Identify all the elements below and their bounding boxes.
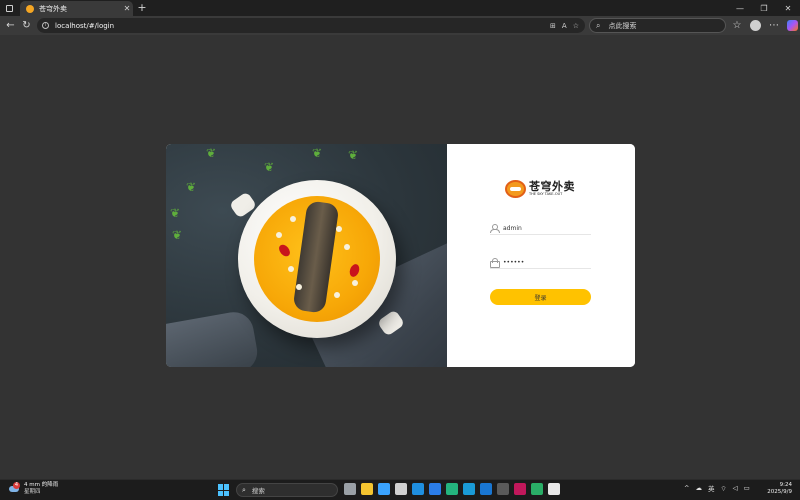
cloth-decoration-left bbox=[166, 309, 261, 367]
clock-date: 2025/9/9 bbox=[767, 489, 792, 495]
login-form: 苍穹外卖 THE SKY TAKE-OUT admin •••••• 登录 bbox=[447, 144, 635, 367]
herb-decoration: ❦ bbox=[348, 148, 359, 162]
taskbar-app-icon[interactable] bbox=[378, 483, 390, 495]
weather-widget[interactable]: 4 4 mm 的降雨 星期四 bbox=[8, 482, 58, 496]
lock-icon bbox=[490, 258, 500, 268]
food-photo: ❦ ❦ ❦ ❦ ❦ ❦ ❦ bbox=[166, 144, 447, 367]
taskbar: 4 4 mm 的降雨 星期四 ⌕ 搜索 ^ ☁ 英 ⌔ ◁ ▭ 9:24 202… bbox=[0, 479, 800, 500]
clock-time: 9:24 bbox=[779, 482, 792, 488]
taskbar-search[interactable]: ⌕ 搜索 bbox=[236, 483, 338, 497]
more-icon[interactable]: ⋯ bbox=[767, 17, 781, 34]
favorites-icon[interactable]: ☆ bbox=[730, 17, 744, 34]
taskbar-app-icon[interactable] bbox=[514, 483, 526, 495]
browser-window: 苍穹外卖 ✕ + — ❐ ✕ ← ↻ i localhost/#/login ⊞… bbox=[0, 0, 800, 479]
toolbar-right: ☆ ⋯ bbox=[730, 17, 798, 34]
herb-decoration: ❦ bbox=[170, 206, 181, 220]
volume-icon[interactable]: ◁ bbox=[733, 484, 738, 492]
search-icon: ⌕ bbox=[242, 485, 246, 494]
logo-chinese: 苍穹外卖 bbox=[529, 180, 575, 193]
url-text[interactable]: localhost/#/login bbox=[55, 22, 550, 30]
search-placeholder: 点此搜索 bbox=[608, 21, 637, 30]
window-controls: — ❐ ✕ bbox=[728, 0, 800, 16]
profile-icon[interactable] bbox=[750, 20, 761, 31]
wifi-icon[interactable]: ⌔ bbox=[720, 484, 726, 493]
address-bar[interactable]: i localhost/#/login ⊞ A ☆ bbox=[37, 18, 585, 33]
taskbar-apps bbox=[344, 483, 560, 495]
taskbar-app-icon[interactable] bbox=[395, 483, 407, 495]
taskbar-app-icon[interactable] bbox=[463, 483, 475, 495]
herb-decoration: ❦ bbox=[172, 228, 183, 242]
notification-badge: 4 bbox=[13, 482, 20, 489]
taskbar-search-label: 搜索 bbox=[251, 487, 265, 495]
login-card: ❦ ❦ ❦ ❦ ❦ ❦ ❦ 苍穹外卖 THE SKY TAKE-OUT admi… bbox=[166, 144, 635, 367]
weather-forecast: 4 mm 的降雨 bbox=[24, 482, 59, 488]
weather-text: 4 mm 的降雨 星期四 bbox=[24, 482, 58, 496]
taskbar-app-icon[interactable] bbox=[429, 483, 441, 495]
weather-day: 星期四 bbox=[24, 489, 41, 495]
close-window-button[interactable]: ✕ bbox=[776, 0, 800, 16]
herb-decoration: ❦ bbox=[312, 146, 323, 160]
page-content: ❦ ❦ ❦ ❦ ❦ ❦ ❦ 苍穹外卖 THE SKY TAKE-OUT admi… bbox=[0, 35, 800, 479]
logo-icon bbox=[505, 180, 526, 198]
info-icon[interactable]: i bbox=[42, 22, 49, 29]
username-input[interactable]: admin bbox=[503, 225, 522, 232]
address-bar-actions: ⊞ A ☆ bbox=[550, 22, 585, 30]
lotus-seed bbox=[276, 232, 282, 238]
minimize-button[interactable]: — bbox=[728, 0, 752, 16]
username-field[interactable]: admin bbox=[490, 222, 591, 235]
tab-active[interactable]: 苍穹外卖 ✕ bbox=[20, 1, 133, 16]
close-tab-icon[interactable]: ✕ bbox=[121, 4, 133, 13]
logo-text: 苍穹外卖 THE SKY TAKE-OUT bbox=[529, 181, 575, 197]
rain-cloud-icon: 4 bbox=[8, 482, 20, 495]
taskbar-app-icon[interactable] bbox=[412, 483, 424, 495]
user-icon bbox=[490, 224, 500, 233]
sidebar-icon[interactable] bbox=[0, 0, 18, 16]
browser-search-box[interactable]: ⌕ 点此搜索 bbox=[589, 18, 726, 33]
restore-button[interactable]: ❐ bbox=[752, 0, 776, 16]
tab-bar: 苍穹外卖 ✕ + — ❐ ✕ bbox=[0, 0, 800, 16]
windows-start-icon[interactable] bbox=[218, 484, 230, 496]
lotus-seed bbox=[344, 244, 350, 250]
lotus-seed bbox=[352, 280, 358, 286]
herb-decoration: ❦ bbox=[186, 180, 197, 194]
split-screen-icon[interactable]: ⊞ bbox=[550, 22, 556, 30]
password-field[interactable]: •••••• bbox=[490, 256, 591, 269]
taskbar-app-icon[interactable] bbox=[480, 483, 492, 495]
password-input[interactable]: •••••• bbox=[503, 259, 524, 266]
tab-title: 苍穹外卖 bbox=[39, 4, 67, 13]
battery-icon[interactable]: ▭ bbox=[744, 484, 750, 492]
back-icon[interactable]: ← bbox=[2, 17, 19, 34]
lotus-seed bbox=[290, 216, 296, 222]
copilot-icon[interactable] bbox=[787, 20, 798, 31]
taskbar-app-icon[interactable] bbox=[446, 483, 458, 495]
lotus-seed bbox=[288, 266, 294, 272]
taskbar-app-icon[interactable] bbox=[344, 483, 356, 495]
logo-english: THE SKY TAKE-OUT bbox=[529, 192, 563, 196]
chevron-up-icon[interactable]: ^ bbox=[684, 484, 689, 492]
search-icon: ⌕ bbox=[596, 20, 601, 30]
lotus-seed bbox=[296, 284, 302, 290]
read-aloud-icon[interactable]: A bbox=[562, 22, 567, 30]
taskbar-app-icon[interactable] bbox=[548, 483, 560, 495]
login-button[interactable]: 登录 bbox=[490, 289, 591, 305]
herb-decoration: ❦ bbox=[206, 146, 217, 160]
favorite-icon[interactable]: ☆ bbox=[573, 22, 579, 30]
taskbar-app-icon[interactable] bbox=[497, 483, 509, 495]
taskbar-app-icon[interactable] bbox=[361, 483, 373, 495]
taskbar-app-icon[interactable] bbox=[531, 483, 543, 495]
navigation-bar: ← ↻ i localhost/#/login ⊞ A ☆ ⌕ 点此搜索 ☆ ⋯ bbox=[0, 16, 800, 35]
clock[interactable]: 9:24 2025/9/9 bbox=[764, 482, 792, 496]
reload-icon[interactable]: ↻ bbox=[18, 17, 35, 34]
new-tab-button[interactable]: + bbox=[135, 0, 149, 16]
input-method[interactable]: 英 bbox=[708, 483, 715, 493]
cloud-icon[interactable]: ☁ bbox=[695, 484, 702, 492]
herb-decoration: ❦ bbox=[264, 160, 275, 174]
favicon-icon bbox=[26, 4, 34, 13]
system-tray: ^ ☁ 英 ⌔ ◁ ▭ bbox=[684, 483, 750, 493]
brand-logo: 苍穹外卖 THE SKY TAKE-OUT bbox=[505, 180, 575, 198]
lotus-seed bbox=[334, 292, 340, 298]
lotus-seed bbox=[336, 226, 342, 232]
